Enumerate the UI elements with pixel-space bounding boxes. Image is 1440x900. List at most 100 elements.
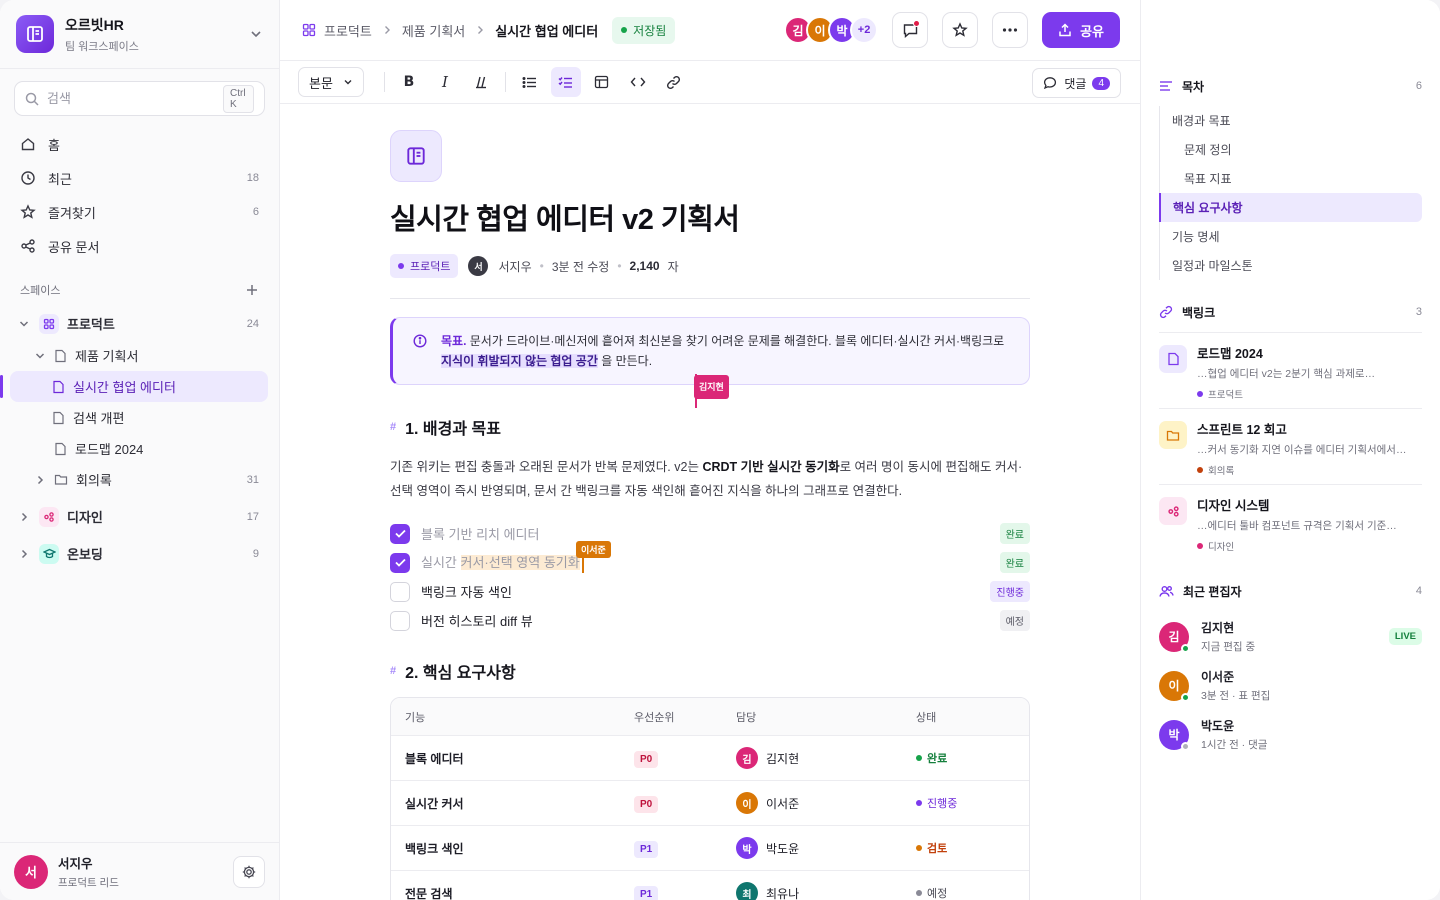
- table-button[interactable]: [587, 67, 617, 97]
- folder-meetings[interactable]: 회의록 31: [0, 464, 279, 495]
- comments-panel-button[interactable]: [892, 12, 929, 48]
- italic-icon: I: [441, 73, 448, 91]
- section-heading-text: 1. 배경과 목표: [405, 421, 501, 438]
- task-checkbox[interactable]: [390, 581, 410, 602]
- link-icon: [1159, 305, 1173, 319]
- document-emoji-icon[interactable]: [390, 130, 442, 182]
- favorite-button[interactable]: [942, 12, 979, 48]
- editor-item[interactable]: 김 김지현 지금 편집 중 LIVE: [1159, 612, 1422, 661]
- block-style-select[interactable]: 본문: [298, 67, 364, 97]
- page-title[interactable]: 실시간 협업 에디터 v2 기획서: [390, 196, 1030, 238]
- backlink-space: 회의록: [1197, 463, 1422, 477]
- table-row[interactable]: 백링크 색인 P1 박 박도윤 검토: [391, 825, 1029, 870]
- workspace-subtitle: 팀 워크스페이스: [65, 40, 139, 53]
- toc-item[interactable]: 기능 명세: [1159, 222, 1422, 251]
- table-header-cell[interactable]: 상태: [916, 709, 1029, 725]
- chevron-right-icon[interactable]: [18, 548, 30, 560]
- table-header-cell[interactable]: 우선순위: [634, 709, 736, 725]
- page-roadmap[interactable]: 로드맵 2024: [0, 433, 279, 464]
- folder-spec[interactable]: 제품 기획서: [0, 340, 279, 371]
- goal-callout[interactable]: 목표. 문서가 드라이브·메신저에 흩어져 최신본을 찾기 어려운 문제를 해결…: [390, 317, 1030, 408]
- search-input[interactable]: [47, 91, 223, 106]
- table-row[interactable]: 블록 에디터 P0 김 김지현 완료: [391, 735, 1029, 780]
- section-heading-2[interactable]: # 2. 핵심 요구사항: [390, 659, 1030, 683]
- backlink-title: 디자인 시스템: [1197, 499, 1270, 513]
- table-row[interactable]: 실시간 커서 P0 이 이서준 진행중: [391, 780, 1029, 825]
- nav-item-home[interactable]: 홈: [0, 127, 279, 161]
- nav-item-shared[interactable]: 공유 문서: [0, 229, 279, 263]
- editor-item[interactable]: 이 이서준 3분 전 · 표 편집: [1159, 661, 1422, 710]
- strikethrough-button[interactable]: [466, 67, 496, 97]
- task-item[interactable]: 실시간 커서·선택 영역 동기화 이서준 완료: [390, 541, 1030, 577]
- task-checkbox[interactable]: [390, 552, 410, 573]
- space-design[interactable]: 디자인 17: [0, 498, 279, 535]
- table-header-cell[interactable]: 담당: [736, 709, 916, 725]
- paragraph[interactable]: 기존 위키는 편집 충돌과 오래된 문서가 반복 문제였다. v2는 CRDT …: [390, 455, 1030, 503]
- presence-avatars[interactable]: 김 이 박 +2: [784, 16, 879, 44]
- toc-item[interactable]: 배경과 목표: [1159, 106, 1422, 135]
- backlink-item[interactable]: 스프린트 12 회고 …커서 동기화 지연 이슈를 에디터 기획서에서… 회의록: [1159, 409, 1422, 485]
- comments-button[interactable]: 댓글 4: [1032, 68, 1121, 98]
- toc-item[interactable]: 일정과 마일스톤: [1159, 251, 1422, 280]
- code-button[interactable]: [623, 67, 653, 97]
- space-count: 24: [246, 317, 259, 330]
- page-search-revamp[interactable]: 검색 개편: [0, 402, 279, 433]
- task-item[interactable]: 백링크 자동 색인 진행중: [390, 577, 1030, 606]
- nav-item-label: 홈: [48, 137, 60, 153]
- user-profile[interactable]: 서 서지우 프로덕트 리드: [0, 842, 279, 900]
- status-dot: [916, 845, 922, 851]
- document-meta: 프로덕트 서 서지우 • 3분 전 수정 • 2,140 자: [390, 254, 1030, 278]
- table-header-cell[interactable]: 기능: [391, 709, 634, 725]
- toc-item[interactable]: 목표 지표: [1159, 164, 1422, 193]
- folder-icon: [54, 473, 68, 486]
- top-bar: 프로덕트 제품 기획서 실시간 협업 에디터 저장됨 김 이 박 +2 공유: [280, 0, 1140, 60]
- space-count: 9: [252, 547, 259, 560]
- status-dot: [621, 27, 628, 33]
- chevron-right-icon[interactable]: [18, 511, 30, 523]
- task-item[interactable]: 블록 기반 리치 에디터 완료: [390, 519, 1030, 548]
- breadcrumb-item[interactable]: 제품 기획서: [402, 21, 465, 40]
- toolbar-divider: [504, 72, 506, 92]
- checklist-icon: [558, 76, 573, 89]
- table-row[interactable]: 전문 검색 P1 최 최유나 예정: [391, 870, 1029, 900]
- toolbar-divider: [383, 72, 385, 92]
- editor-item[interactable]: 박 박도윤 1시간 전 · 댓글: [1159, 710, 1422, 759]
- space-dot: [1197, 467, 1203, 473]
- space-product[interactable]: 프로덕트 24: [0, 307, 279, 340]
- backlink-item[interactable]: 로드맵 2024 …협업 에디터 v2는 2분기 핵심 과제로… 프로덕트: [1159, 333, 1422, 409]
- checklist-button[interactable]: [550, 67, 581, 97]
- add-space-icon[interactable]: [245, 283, 259, 297]
- owner-name: 박도윤: [766, 841, 800, 856]
- breadcrumb-item[interactable]: 프로덕트: [324, 21, 372, 40]
- workspace-switcher[interactable]: 오르빗HR 팀 워크스페이스: [0, 0, 279, 69]
- bold-button[interactable]: B: [394, 67, 424, 97]
- toc-item[interactable]: 문제 정의: [1159, 135, 1422, 164]
- task-checkbox[interactable]: [390, 523, 410, 544]
- section-heading-1[interactable]: # 1. 배경과 목표: [390, 415, 1030, 439]
- chevron-down-icon[interactable]: [34, 350, 46, 362]
- chevron-right-icon[interactable]: [34, 474, 46, 486]
- section-heading-text: 2. 핵심 요구사항: [405, 665, 516, 682]
- share-button[interactable]: 공유: [1042, 12, 1120, 48]
- task-item[interactable]: 버전 히스토리 diff 뷰 예정: [390, 606, 1030, 635]
- task-checkbox[interactable]: [390, 610, 410, 631]
- search-box[interactable]: Ctrl K: [14, 81, 265, 116]
- page-realtime-editor[interactable]: 실시간 협업 에디터: [0, 371, 268, 402]
- chevron-down-icon[interactable]: [18, 318, 30, 330]
- space-onboarding[interactable]: 온보딩 9: [0, 535, 279, 572]
- nav-item-favorites[interactable]: 즐겨찾기 6: [0, 195, 279, 229]
- space-tag[interactable]: 프로덕트: [390, 254, 459, 278]
- more-button[interactable]: [992, 12, 1029, 48]
- bullet-list-button[interactable]: [515, 67, 545, 97]
- backlink-item[interactable]: 디자인 시스템 …에디터 툴바 컴포넌트 규격은 기획서 기준… 디자인: [1159, 485, 1422, 561]
- saved-status-badge: 저장됨: [612, 16, 676, 44]
- settings-button[interactable]: [233, 855, 265, 888]
- bullet-list-icon: [522, 76, 537, 89]
- toc-item-active[interactable]: 핵심 요구사항: [1159, 193, 1422, 222]
- owner-name: 김지현: [766, 751, 800, 766]
- presence-dot: [1181, 692, 1190, 702]
- palette-icon: [1159, 497, 1187, 525]
- nav-item-recent[interactable]: 최근 18: [0, 161, 279, 195]
- italic-button[interactable]: I: [430, 67, 460, 97]
- link-button[interactable]: [659, 67, 689, 97]
